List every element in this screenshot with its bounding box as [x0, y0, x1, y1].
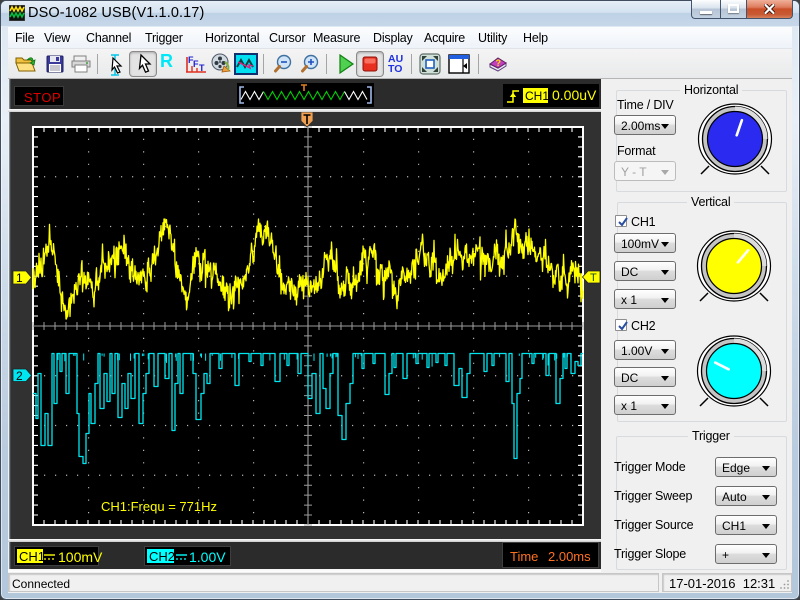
svg-text:2: 2 — [16, 369, 23, 383]
svg-text:T: T — [199, 63, 205, 73]
svg-text:CH1:Frequ = 771Hz: CH1:Frequ = 771Hz — [101, 499, 217, 514]
svg-text:1: 1 — [16, 271, 23, 285]
svg-text:0.00uV: 0.00uV — [552, 87, 597, 103]
svg-text:CH1: CH1 — [525, 89, 549, 103]
svg-text:T: T — [590, 272, 597, 284]
svg-text:?: ? — [496, 58, 502, 68]
